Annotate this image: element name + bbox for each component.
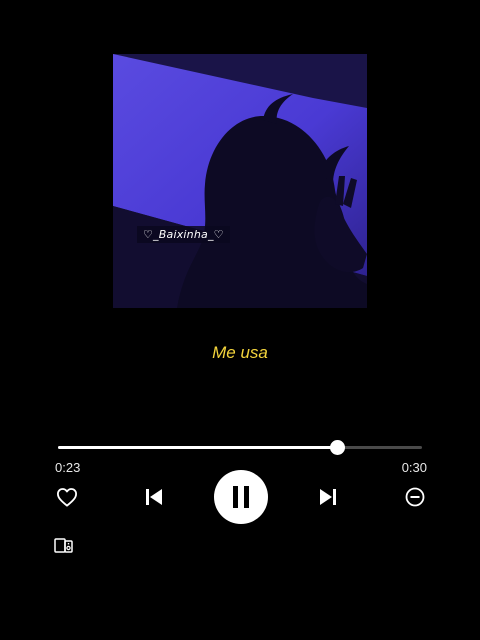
connect-devices-button[interactable]	[53, 536, 75, 556]
progress-handle[interactable]	[330, 440, 346, 455]
pause-icon	[233, 486, 249, 508]
now-playing-screen: ♡_Baixinha_♡ Me usa 0:23 0:30	[0, 0, 480, 640]
connect-devices-icon	[54, 538, 73, 553]
track-title: Me usa	[212, 343, 268, 362]
album-cover: ♡_Baixinha_♡	[113, 54, 367, 308]
play-pause-button[interactable]	[214, 470, 268, 524]
heart-outline-icon	[57, 488, 77, 507]
elapsed-time: 0:23	[55, 460, 81, 475]
next-button[interactable]	[316, 485, 340, 509]
skip-next-icon	[320, 489, 336, 505]
minus-circle-icon	[405, 487, 425, 507]
skip-previous-icon	[146, 489, 162, 505]
total-time: 0:30	[401, 460, 427, 475]
previous-button[interactable]	[142, 485, 166, 509]
cover-watermark: ♡_Baixinha_♡	[137, 226, 230, 243]
hide-song-button[interactable]	[402, 484, 428, 510]
like-button[interactable]	[54, 484, 80, 510]
progress-bar[interactable]	[58, 440, 422, 455]
progress-fill	[58, 446, 338, 449]
album-cover-art	[113, 54, 367, 308]
